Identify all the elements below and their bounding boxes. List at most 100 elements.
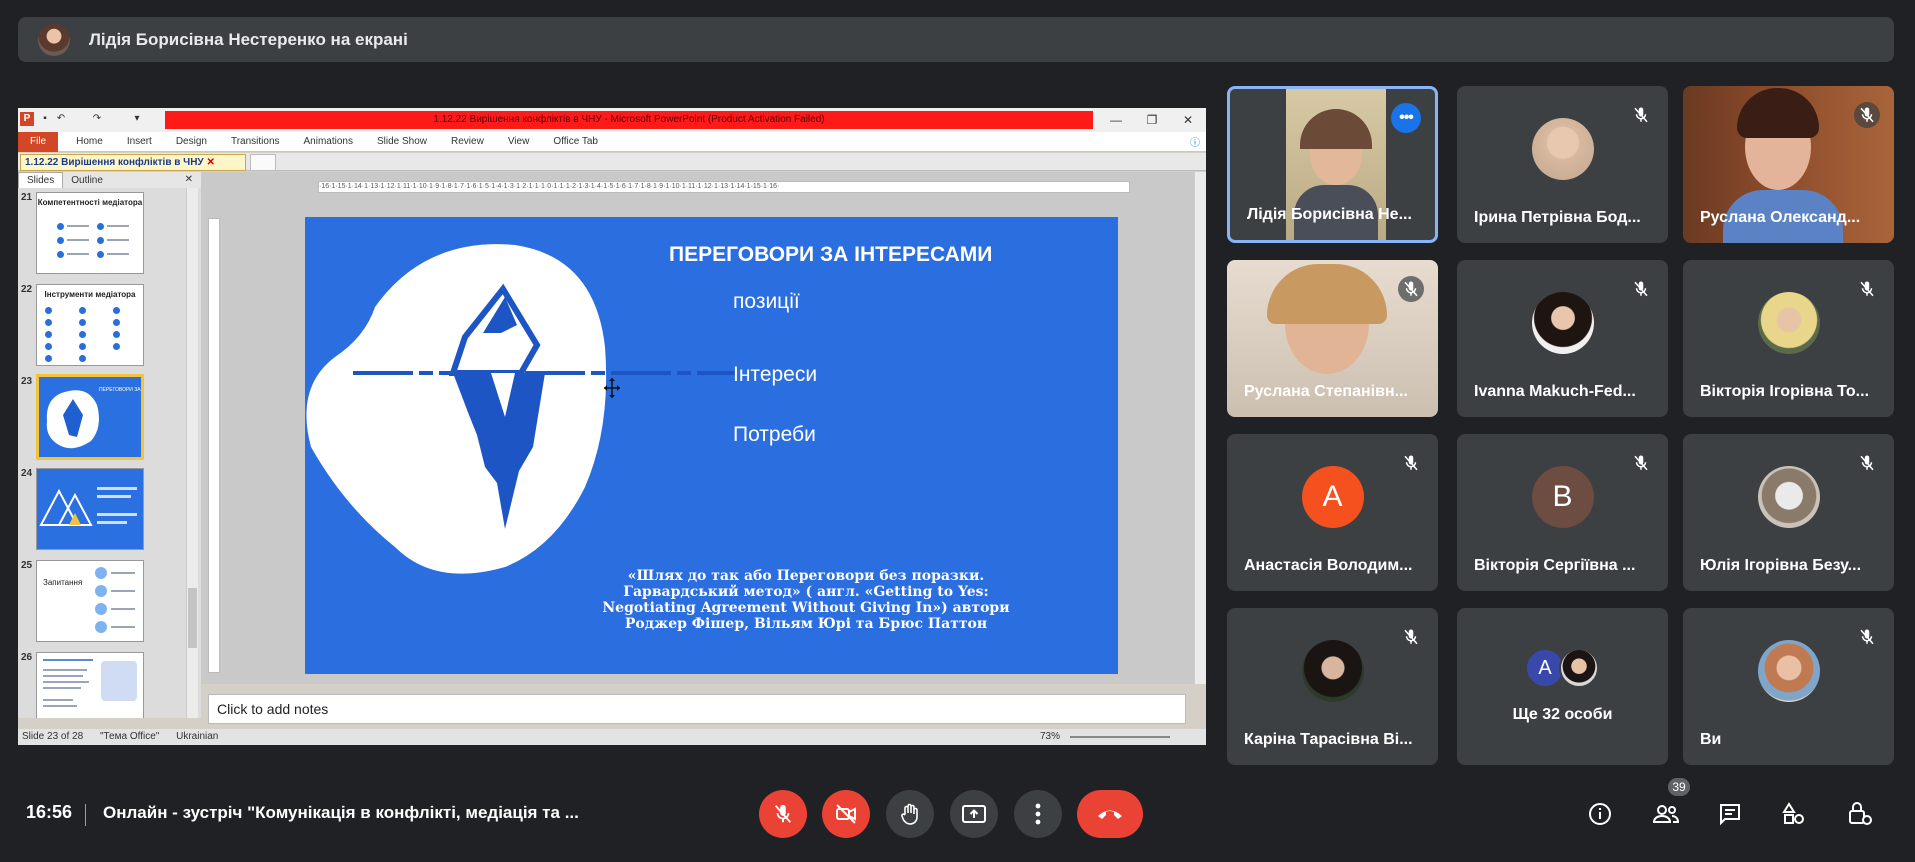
ribbon-tab-design: Design [175, 135, 207, 147]
mic-toggle-button[interactable] [759, 790, 807, 838]
participant-avatar: В [1531, 465, 1594, 528]
slide-title: ПЕРЕГОВОРИ ЗА ІНТЕРЕСАМИ [669, 243, 993, 266]
help-icon: ⓘ [1190, 138, 1200, 149]
status-slide: Slide 23 of 28 [22, 731, 84, 742]
chat-button[interactable] [1716, 800, 1744, 828]
mic-off-icon [1398, 450, 1424, 476]
presenter-banner: Лідія Борисівна Нестеренко на екрані [18, 17, 1894, 62]
participant-tile[interactable]: Вікторія Ігорівна То... [1683, 260, 1894, 417]
hang-up-icon [1098, 810, 1122, 819]
participant-name: Анастасія Володим... [1244, 557, 1413, 574]
participant-avatar [1757, 291, 1820, 354]
avatar-letter: А [1538, 656, 1552, 679]
close-panel-icon: ✕ [184, 174, 193, 185]
ppt-window-title: 1.12.22 Вирішення конфліктів в ЧНУ - Mic… [165, 111, 1093, 129]
triangles-thumb-icon [39, 487, 137, 526]
meeting-title: Онлайн - зустріч "Комунікація в конфлікт… [103, 803, 579, 822]
slide-thumbnails: 21 Компетентності медіатора 22 Інструмен… [18, 188, 201, 718]
participant-tile[interactable]: ••• Лідія Борисівна Не... [1227, 86, 1438, 243]
more-options-button[interactable] [1014, 790, 1062, 838]
slide-thumbnail-24 [36, 468, 144, 550]
people-icon [1652, 805, 1680, 823]
participant-name: Каріна Тарасівна Ві... [1244, 731, 1413, 748]
mic-off-icon [774, 804, 792, 823]
ribbon-tab-file: File [18, 131, 59, 152]
slide-label-interests: Інтереси [733, 363, 818, 386]
thumb-title: Компетентності медіатора [37, 198, 143, 207]
slide-thumbnail-25: Запитання [36, 560, 144, 642]
document-tab-label: 1.12.22 Вирішення конфліктів в ЧНУ [25, 157, 204, 168]
participant-name: Руслана Степанівн... [1244, 383, 1408, 400]
participant-tile[interactable]: Ivanna Makuch-Fed... [1457, 260, 1668, 417]
more-icon [1035, 803, 1041, 825]
close-icon: ✕ [1182, 113, 1194, 127]
participant-avatar [1757, 639, 1820, 702]
participant-tile[interactable]: А Анастасія Володим... [1227, 434, 1438, 591]
zoom-slider [1070, 736, 1170, 738]
participant-tile[interactable]: Ірина Петрівна Бод... [1457, 86, 1668, 243]
mic-off-icon [1398, 624, 1424, 650]
svg-text:ПЕРЕГОВОРИ ЗА ІНТЕРЕСАМИ: ПЕРЕГОВОРИ ЗА ІНТЕРЕСАМИ [99, 387, 144, 393]
more-participants-tile[interactable]: А Ще 32 особи [1457, 608, 1668, 765]
participant-avatar: А [1301, 465, 1364, 528]
thumb-number: 21 [21, 192, 33, 203]
slide-thumbnail-26 [36, 652, 144, 718]
activities-button[interactable] [1780, 800, 1808, 828]
mic-off-icon [1854, 276, 1880, 302]
restore-icon: ❐ [1146, 113, 1158, 127]
document-tabs: 1.12.22 Вирішення конфліктів в ЧНУ ✕ [18, 153, 1206, 171]
participant-tile[interactable]: В Вікторія Сергіївна ... [1457, 434, 1668, 591]
ppt-status-bar: Slide 23 of 28 "Тема Office" Ukrainian 7… [18, 729, 1206, 745]
ribbon-tab-slideshow: Slide Show [376, 135, 428, 147]
slide-thumbnail-22: Інструменти медіатора [36, 284, 144, 366]
ribbon-tab-view: View [507, 135, 530, 147]
meeting-details-button[interactable] [1586, 800, 1614, 828]
self-tile[interactable]: Ви [1683, 608, 1894, 765]
mic-off-icon [1628, 102, 1654, 128]
slide-quote: «Шлях до так або Переговори без поразки.… [602, 568, 1010, 632]
horizontal-ruler: ·16·1·15·1·14·1·13·1·12·1·11·1·10·1·9·1·… [318, 181, 1130, 193]
outline-tab: Outline [71, 175, 103, 186]
camera-toggle-button[interactable] [822, 790, 870, 838]
thumb-title: Інструменти медіатора [44, 290, 136, 299]
present-button[interactable] [950, 790, 998, 838]
ppt-ribbon: File Home Insert Design Transitions Anim… [18, 131, 1206, 152]
thumb-title: Запитання [43, 578, 83, 587]
more-options-icon[interactable]: ••• [1391, 103, 1421, 133]
divider [85, 804, 86, 826]
participant-name: Руслана Олександ... [1700, 209, 1861, 226]
participant-avatar [1301, 639, 1364, 702]
participant-tile[interactable]: Руслана Олександ... [1683, 86, 1894, 243]
participant-avatar [1531, 291, 1594, 354]
chat-icon [1720, 804, 1740, 826]
status-language: Ukrainian [176, 731, 219, 742]
participant-name: Лідія Борисівна Не... [1247, 206, 1412, 223]
leave-call-button[interactable] [1077, 790, 1143, 838]
raise-hand-button[interactable] [886, 790, 934, 838]
participant-name: Ірина Петрівна Бод... [1474, 209, 1641, 226]
shared-screen: P ▪ ↶ ↷ ▾ 1.12.22 Вирішення конфліктів в… [18, 108, 1206, 745]
meeting-clock: 16:56 [26, 802, 73, 822]
people-count-badge: 39 [1668, 778, 1690, 796]
thumb-number: 26 [21, 652, 33, 663]
ppt-save-icon: ▪ [43, 113, 47, 124]
thumbs-scrollbar [186, 188, 198, 718]
ribbon-tab-home: Home [76, 135, 103, 147]
participant-tile[interactable]: Каріна Тарасівна Ві... [1227, 608, 1438, 765]
participant-avatar [1559, 648, 1599, 688]
close-tab-icon: ✕ [206, 157, 215, 168]
status-theme: "Тема Office" [99, 731, 160, 742]
participant-tile[interactable]: Юлія Ігорівна Безу... [1683, 434, 1894, 591]
people-button[interactable] [1652, 800, 1680, 828]
iceberg-thumb-icon: ПЕРЕГОВОРИ ЗА ІНТЕРЕСАМИ [46, 387, 144, 449]
new-tab [250, 154, 276, 171]
host-controls-button[interactable] [1846, 800, 1874, 828]
minimize-icon: — [1110, 113, 1122, 127]
ribbon-tab-insert: Insert [126, 135, 152, 147]
participant-name: Вікторія Сергіївна ... [1474, 557, 1636, 574]
slide-thumbnail-21: Компетентності медіатора [36, 192, 144, 274]
participant-tile[interactable]: Руслана Степанівн... [1227, 260, 1438, 417]
ppt-app-icon: P [20, 112, 34, 126]
notes-pane: Click to add notes [208, 694, 1186, 724]
slide-label-needs: Потреби [733, 423, 816, 446]
